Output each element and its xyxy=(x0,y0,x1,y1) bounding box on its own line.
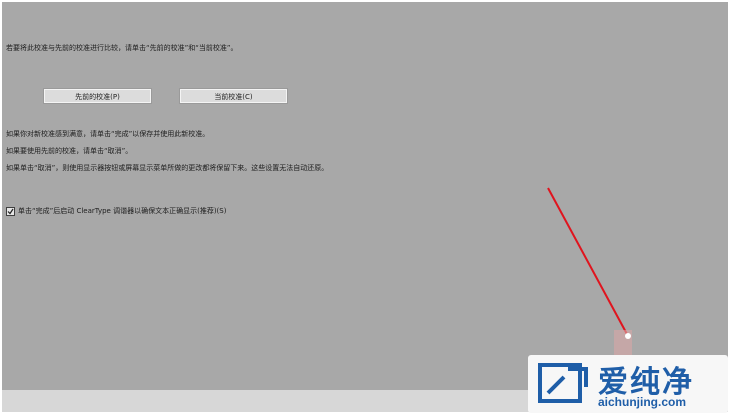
pointer-tip-icon xyxy=(625,333,631,339)
watermark: 爱纯净 aichunjing.com xyxy=(528,355,728,413)
red-pointer-line xyxy=(547,187,629,337)
watermark-url: aichunjing.com xyxy=(598,395,687,409)
watermark-logo-icon xyxy=(538,363,588,403)
